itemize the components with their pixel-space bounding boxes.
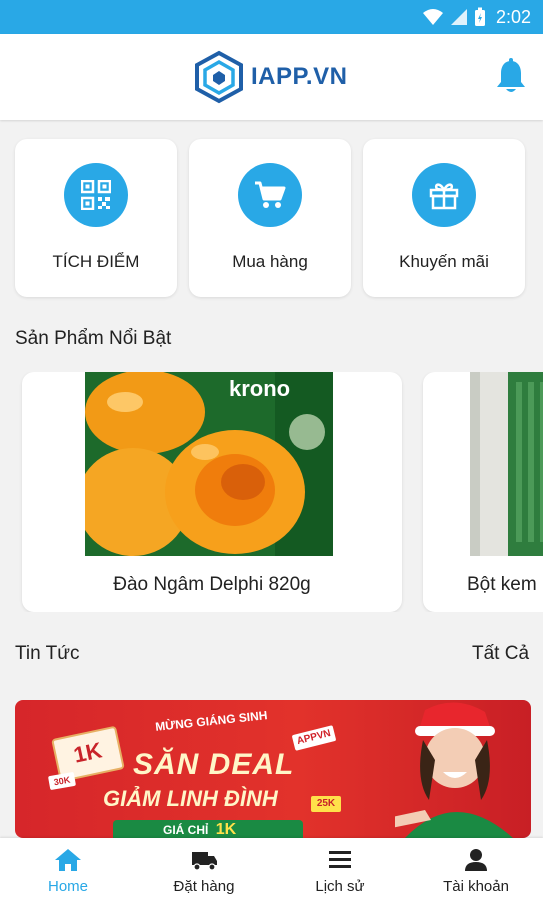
brand-tag: APPVN [291, 725, 337, 751]
featured-products-carousel[interactable]: krono Đào Ngâm Delphi 820g Bột kem [0, 372, 543, 612]
nav-lich-su[interactable]: Lịch sử [272, 838, 408, 900]
price-tag: 25K [311, 796, 341, 812]
cube-logo-icon [195, 50, 243, 104]
price-value: 1K [215, 821, 237, 838]
nav-label: Lịch sử [315, 878, 365, 895]
app-header: IAPP.VN [0, 34, 543, 120]
product-name: Đào Ngâm Delphi 820g [113, 574, 311, 595]
gift-icon [412, 163, 476, 227]
nav-label: Home [47, 878, 88, 895]
product-image-label: krono [229, 376, 291, 401]
featured-section-title: Sản Phẩm Nổi Bật [15, 328, 172, 349]
battery-icon [474, 7, 485, 26]
status-bar: 2:02 [0, 0, 543, 34]
product-image: krono [85, 372, 333, 556]
cell-signal-icon [450, 9, 467, 25]
see-all-link[interactable]: Tất Cả [472, 643, 529, 665]
qr-code-icon [64, 163, 128, 227]
quick-action-label: Mua hàng [232, 252, 308, 271]
product-name: Bột kem [467, 574, 537, 595]
home-icon [55, 849, 81, 871]
nav-dat-hang[interactable]: Đặt hàng [136, 838, 272, 900]
banner-price: GIÁ CHỈ 1K [113, 820, 303, 838]
delivery-truck-icon [192, 852, 217, 871]
quick-action-tich-diem[interactable]: TÍCH ĐIỂM [15, 139, 177, 297]
logo-text: IAPP.VN [251, 63, 348, 90]
shopping-cart-icon [238, 163, 302, 227]
price-tag: 30K [47, 771, 77, 791]
product-image [470, 372, 543, 556]
news-banner[interactable]: 1K 30K MỪNG GIÁNG SINH APPVN SĂN DEAL GI… [15, 700, 531, 838]
banner-headline: SĂN DEAL [133, 748, 295, 781]
banner-ribbon: MỪNG GIÁNG SINH [154, 708, 269, 734]
app-logo: IAPP.VN [193, 50, 347, 104]
status-time: 2:02 [495, 6, 531, 27]
list-icon [329, 851, 351, 868]
person-illustration [395, 702, 513, 838]
nav-home[interactable]: Home [0, 838, 136, 900]
news-section-title: Tin Tức [15, 643, 80, 664]
quick-action-label: Khuyến mãi [399, 252, 489, 271]
nav-label: Tài khoản [443, 878, 509, 895]
quick-action-label: TÍCH ĐIỂM [52, 252, 140, 271]
nav-tai-khoan[interactable]: Tài khoản [408, 838, 543, 900]
quick-action-khuyen-mai[interactable]: Khuyến mãi [363, 139, 525, 297]
bottom-navigation: Home Đặt hàng Lịch sử Tài khoản [0, 838, 543, 900]
status-icons: 2:02 [422, 6, 531, 28]
price-prefix: GIÁ CHỈ [163, 823, 209, 837]
wifi-icon [422, 9, 443, 25]
product-card[interactable]: krono Đào Ngâm Delphi 820g [22, 372, 402, 612]
nav-label: Đặt hàng [173, 878, 235, 895]
product-card[interactable]: Bột kem [423, 372, 543, 612]
bell-icon[interactable] [495, 58, 527, 94]
person-icon [465, 849, 487, 871]
quick-action-mua-hang[interactable]: Mua hàng [189, 139, 351, 297]
banner-subheadline: GIẢM LINH ĐÌNH [103, 786, 278, 811]
